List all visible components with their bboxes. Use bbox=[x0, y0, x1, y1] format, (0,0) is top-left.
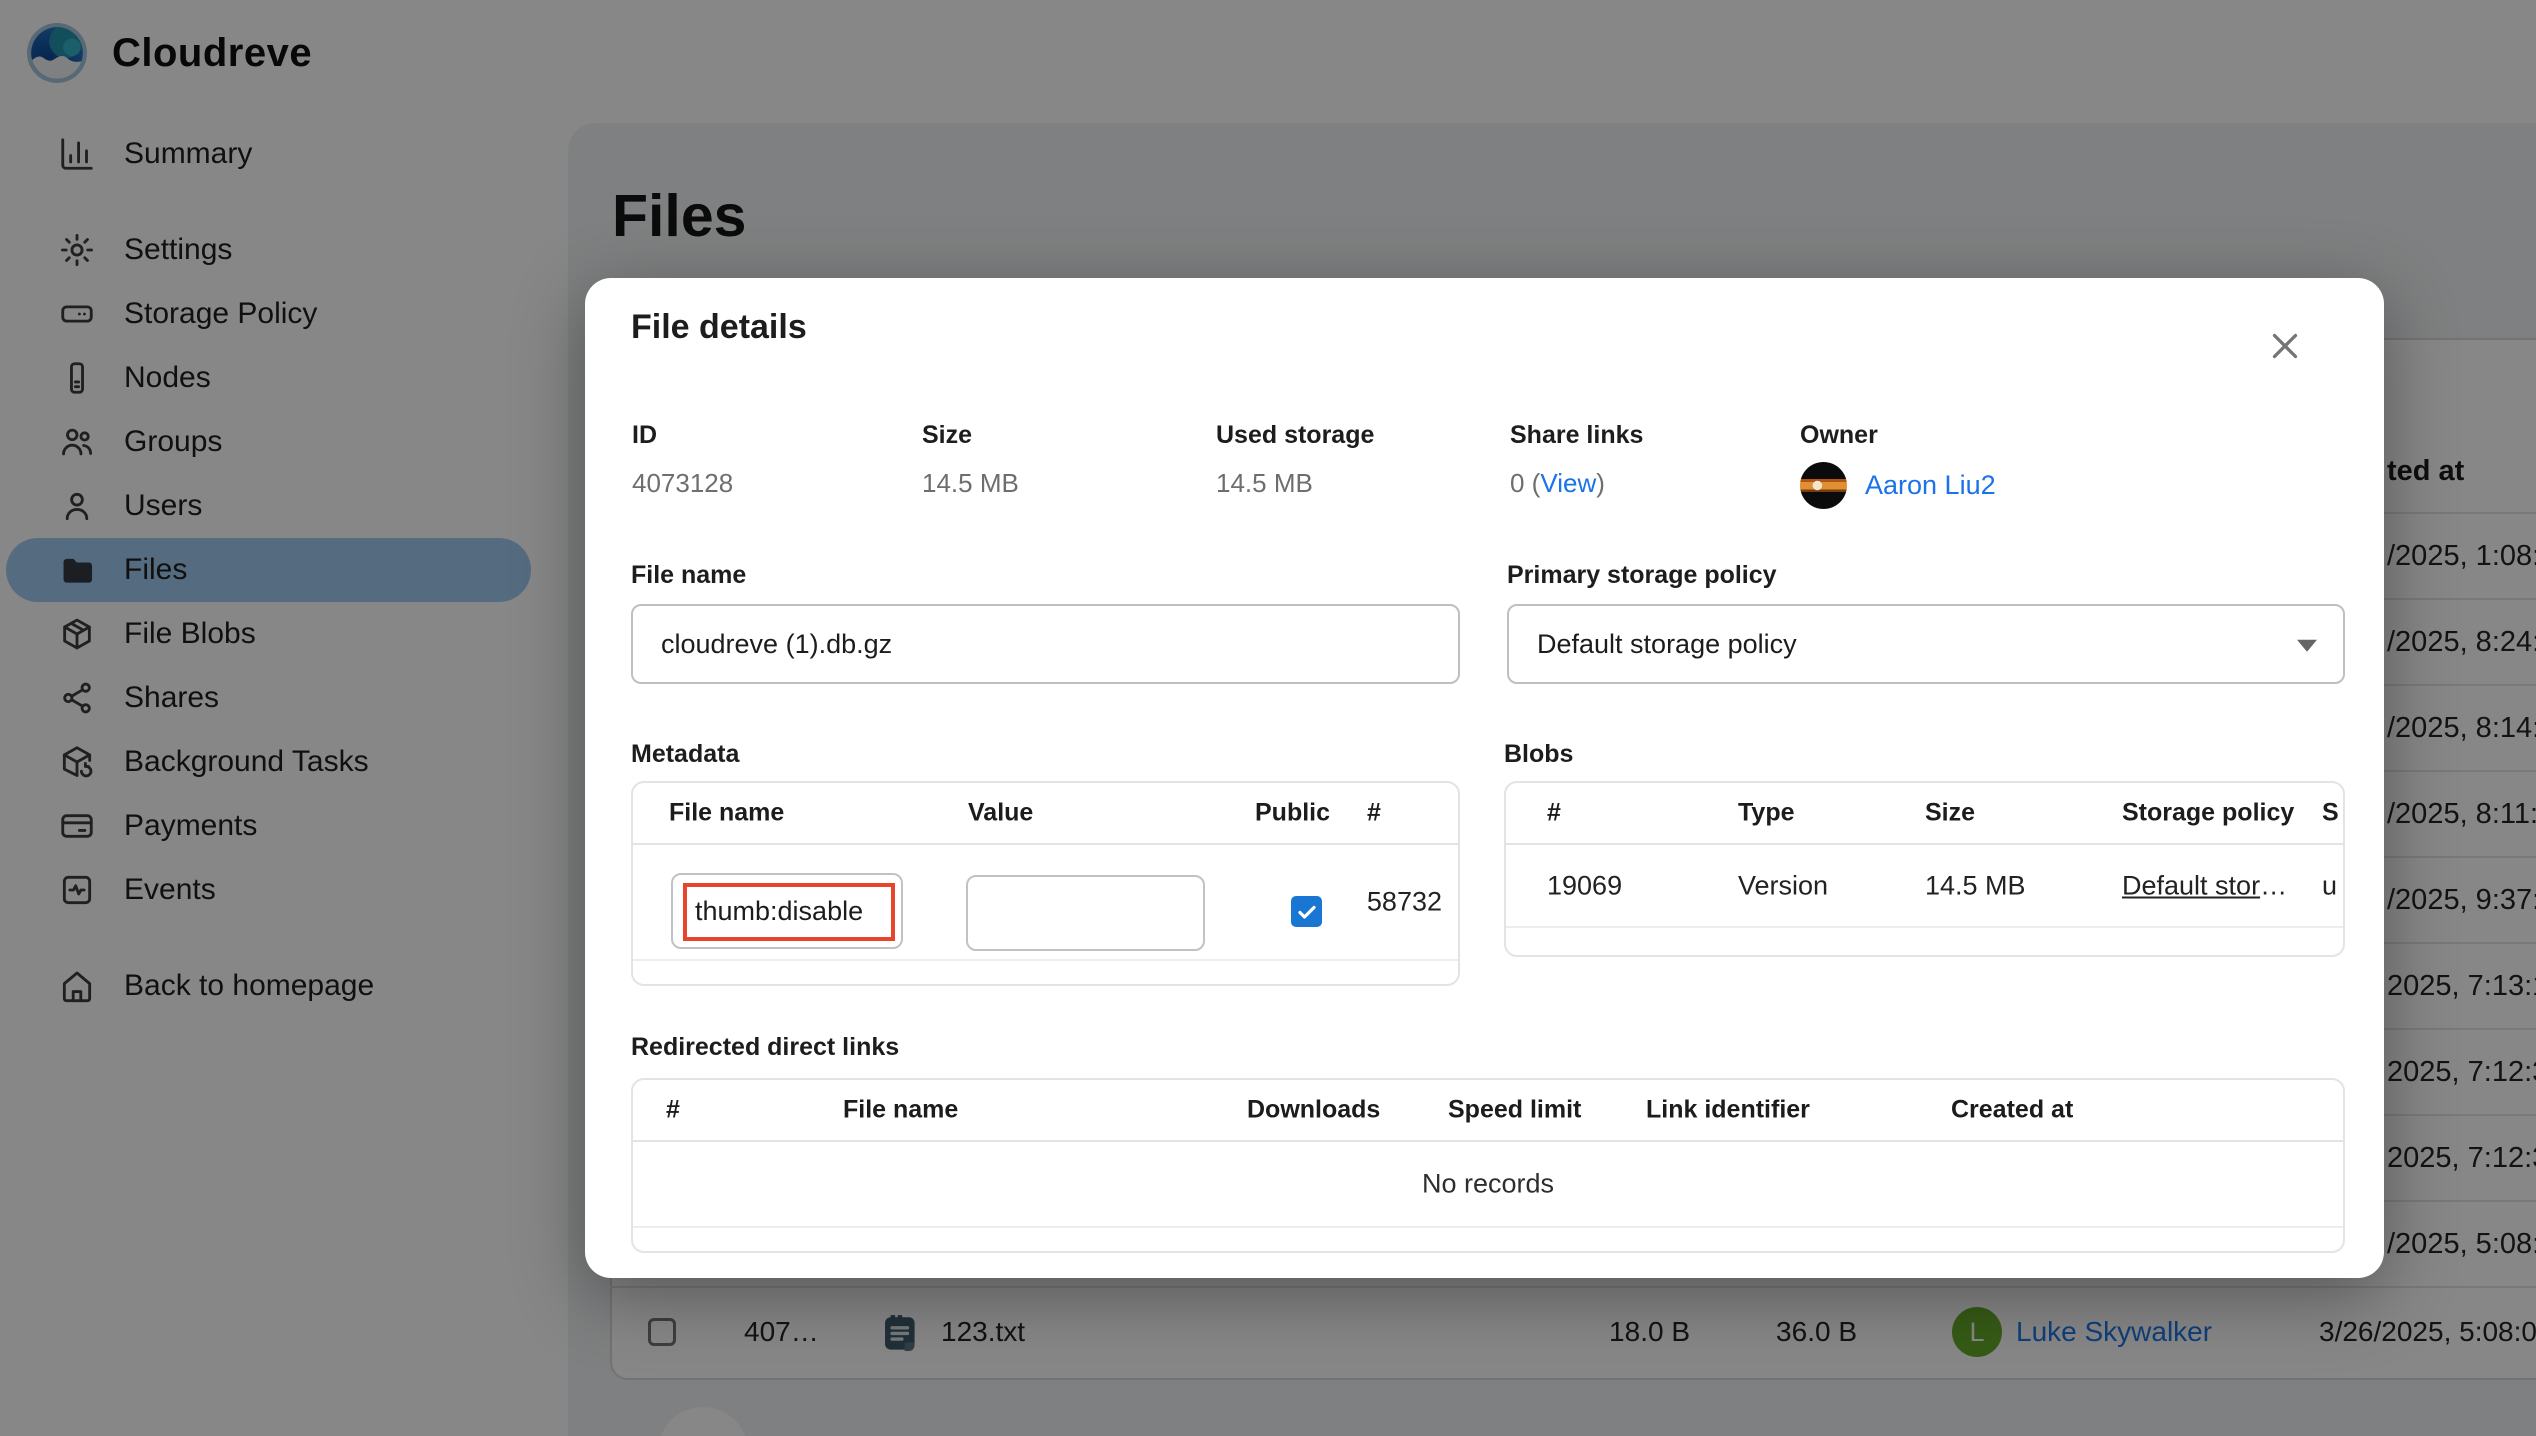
column-header: Speed limit bbox=[1448, 1095, 1582, 1124]
blob-extra-cell: u bbox=[2322, 870, 2338, 900]
view-share-links-link[interactable]: View bbox=[1540, 468, 1596, 498]
column-header: # bbox=[1547, 798, 1561, 827]
owner-link[interactable]: Aaron Liu2 bbox=[1865, 470, 1996, 501]
info-used-storage: Used storage 14.5 MB bbox=[1216, 421, 1374, 499]
column-header: # bbox=[1367, 798, 1381, 827]
blobs-table: # Type Size Storage policy S 19069 Versi… bbox=[1504, 781, 2345, 957]
column-header: Downloads bbox=[1247, 1095, 1381, 1124]
info-label: Used storage bbox=[1216, 421, 1375, 449]
links-header-row: # File name Downloads Speed limit Link i… bbox=[633, 1080, 2343, 1142]
info-label: Owner bbox=[1800, 421, 1878, 449]
column-header: File name bbox=[669, 798, 785, 827]
blob-type-cell: Version bbox=[1738, 870, 1829, 900]
close-button[interactable] bbox=[2261, 322, 2309, 370]
check-icon bbox=[1297, 905, 1316, 919]
metadata-id-cell: 58732 bbox=[1366, 886, 1442, 917]
owner-value: Aaron Liu2 bbox=[1800, 462, 1996, 509]
file-info-summary: ID 4073128 Size 14.5 MB Used storage 14.… bbox=[631, 421, 2345, 521]
blob-storage-policy-link[interactable]: Default storage policy bbox=[2122, 870, 2294, 901]
column-header: S bbox=[2322, 798, 2339, 827]
storage-policy-value: Default storage policy bbox=[1537, 628, 1797, 659]
public-checkbox[interactable] bbox=[1291, 896, 1322, 927]
info-value: 4073128 bbox=[632, 468, 734, 498]
file-name-label: File name bbox=[631, 561, 747, 589]
column-header: Storage policy bbox=[2122, 798, 2295, 827]
redirected-links-heading: Redirected direct links bbox=[631, 1033, 900, 1061]
links-empty-row: No records bbox=[633, 1142, 2343, 1228]
column-header: Value bbox=[968, 798, 1034, 827]
metadata-name-value: thumb:disable bbox=[695, 895, 864, 926]
close-icon bbox=[2272, 333, 2298, 359]
info-label: Share links bbox=[1510, 421, 1644, 449]
info-value: 14.5 MB bbox=[1216, 468, 1313, 498]
no-records-text: No records bbox=[1421, 1168, 1555, 1199]
blobs-row: 19069 Version 14.5 MB Default storage po… bbox=[1506, 845, 2343, 928]
info-owner: Owner Aaron Liu2 bbox=[1800, 421, 1996, 509]
file-name-input[interactable]: cloudreve (1).db.gz bbox=[631, 604, 1460, 684]
column-header: Public bbox=[1255, 798, 1331, 827]
file-details-dialog: File details ID 4073128 Size 14.5 MB Use… bbox=[585, 278, 2384, 1278]
info-value: 0 (View) bbox=[1510, 468, 1643, 499]
metadata-name-input[interactable]: thumb:disable bbox=[671, 873, 903, 949]
info-share-links: Share links 0 (View) bbox=[1510, 421, 1643, 499]
share-suffix: ) bbox=[1596, 468, 1605, 498]
column-header: # bbox=[666, 1095, 680, 1124]
metadata-heading: Metadata bbox=[631, 740, 740, 768]
owner-avatar bbox=[1800, 462, 1847, 509]
storage-policy-label: Primary storage policy bbox=[1507, 561, 1777, 589]
file-name-value: cloudreve (1).db.gz bbox=[661, 628, 893, 659]
app-window: Cloudreve Summary Settings Storage Polic… bbox=[0, 0, 2536, 1436]
info-size: Size 14.5 MB bbox=[922, 421, 1019, 499]
blobs-heading: Blobs bbox=[1504, 740, 1574, 768]
column-header: Size bbox=[1925, 798, 1976, 827]
info-label: Size bbox=[922, 421, 973, 449]
share-count: 0 ( bbox=[1510, 468, 1541, 498]
metadata-table: File name Value Public # thumb:disable 5… bbox=[631, 781, 1460, 986]
metadata-value-input[interactable] bbox=[966, 875, 1205, 951]
redirected-links-table: # File name Downloads Speed limit Link i… bbox=[631, 1078, 2345, 1253]
blob-id-cell: 19069 bbox=[1547, 870, 1623, 900]
dialog-title: File details bbox=[631, 308, 807, 346]
blobs-header-row: # Type Size Storage policy S bbox=[1506, 783, 2343, 845]
blob-size-cell: 14.5 MB bbox=[1925, 870, 2026, 900]
column-header: Created at bbox=[1951, 1095, 2074, 1124]
dropdown-arrow-icon bbox=[2297, 639, 2317, 652]
info-id: ID 4073128 bbox=[632, 421, 733, 499]
info-label: ID bbox=[632, 421, 657, 449]
column-header: File name bbox=[843, 1095, 959, 1124]
metadata-row: thumb:disable 58732 bbox=[633, 845, 1458, 961]
column-header: Link identifier bbox=[1646, 1095, 1810, 1124]
column-header: Type bbox=[1738, 798, 1795, 827]
storage-policy-select[interactable]: Default storage policy bbox=[1507, 604, 2345, 684]
info-value: 14.5 MB bbox=[922, 468, 1019, 498]
metadata-header-row: File name Value Public # bbox=[633, 783, 1458, 845]
